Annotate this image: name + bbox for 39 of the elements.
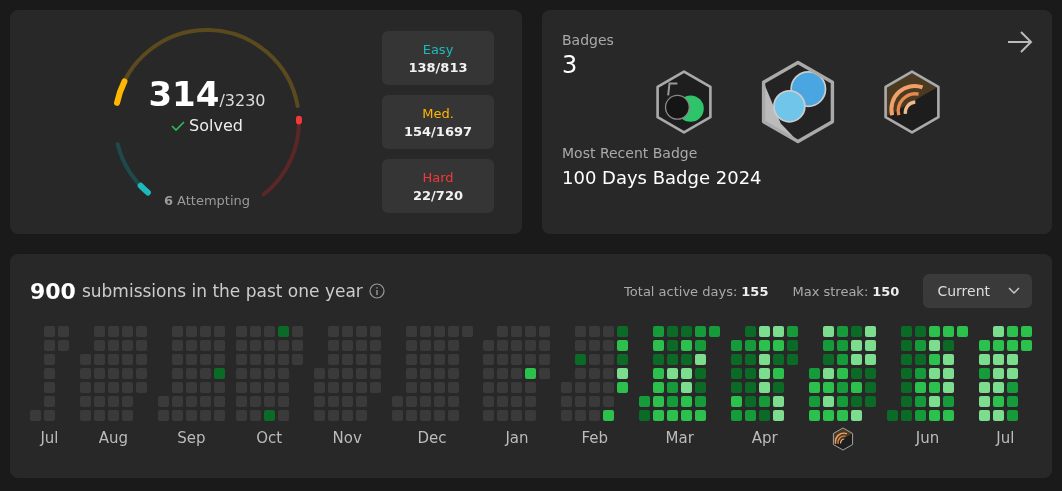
month-label: Feb bbox=[581, 428, 609, 449]
arrow-right-icon[interactable] bbox=[1006, 30, 1034, 54]
active-days-value: 155 bbox=[741, 283, 769, 299]
badges-count: 3 bbox=[562, 51, 579, 79]
attempting-label: Attempting bbox=[177, 193, 250, 208]
difficulty-count: 22/720 bbox=[413, 187, 463, 203]
recent-badge-name: 100 Days Badge 2024 bbox=[562, 167, 763, 188]
month-label: Nov bbox=[332, 428, 362, 449]
month-label: Apr bbox=[751, 428, 778, 449]
month-label: Sep bbox=[177, 428, 206, 449]
month-label: Jul bbox=[40, 428, 59, 449]
chevron-down-icon bbox=[1008, 287, 1020, 295]
badges-title: Badges bbox=[562, 32, 614, 48]
active-days-label: Total active days: bbox=[624, 283, 738, 299]
solved-label: Solved bbox=[189, 116, 243, 135]
info-icon[interactable] bbox=[368, 283, 385, 299]
month-label: Jun bbox=[915, 428, 940, 449]
total-count: /3230 bbox=[219, 91, 266, 110]
difficulty-count: 154/1697 bbox=[403, 123, 473, 139]
month-label: Oct bbox=[256, 428, 283, 449]
submission-count: 900 bbox=[30, 278, 76, 304]
month-label: Jul bbox=[996, 428, 1015, 449]
recent-badge-label: Most Recent Badge bbox=[562, 145, 699, 161]
difficulty-count: 138/813 bbox=[408, 59, 468, 75]
period-dropdown[interactable]: Current bbox=[923, 274, 1032, 308]
hexagon-badge-icon bbox=[830, 427, 855, 451]
submission-label: submissions in the past one year bbox=[81, 281, 363, 301]
solved-count: 314 bbox=[148, 74, 220, 114]
max-streak-value: 150 bbox=[872, 283, 900, 299]
check-icon bbox=[171, 119, 186, 132]
month-label: Jan bbox=[505, 428, 529, 449]
month-label: Dec bbox=[417, 428, 447, 449]
difficulty-label: Easy bbox=[422, 41, 454, 57]
month-label: Mar bbox=[665, 428, 694, 449]
max-streak-label: Max streak: bbox=[792, 283, 869, 299]
difficulty-label: Hard bbox=[422, 169, 454, 185]
difficulty-label: Med. bbox=[422, 105, 454, 121]
attempting-count: 6 bbox=[164, 193, 174, 208]
month-label: Aug bbox=[98, 428, 129, 449]
